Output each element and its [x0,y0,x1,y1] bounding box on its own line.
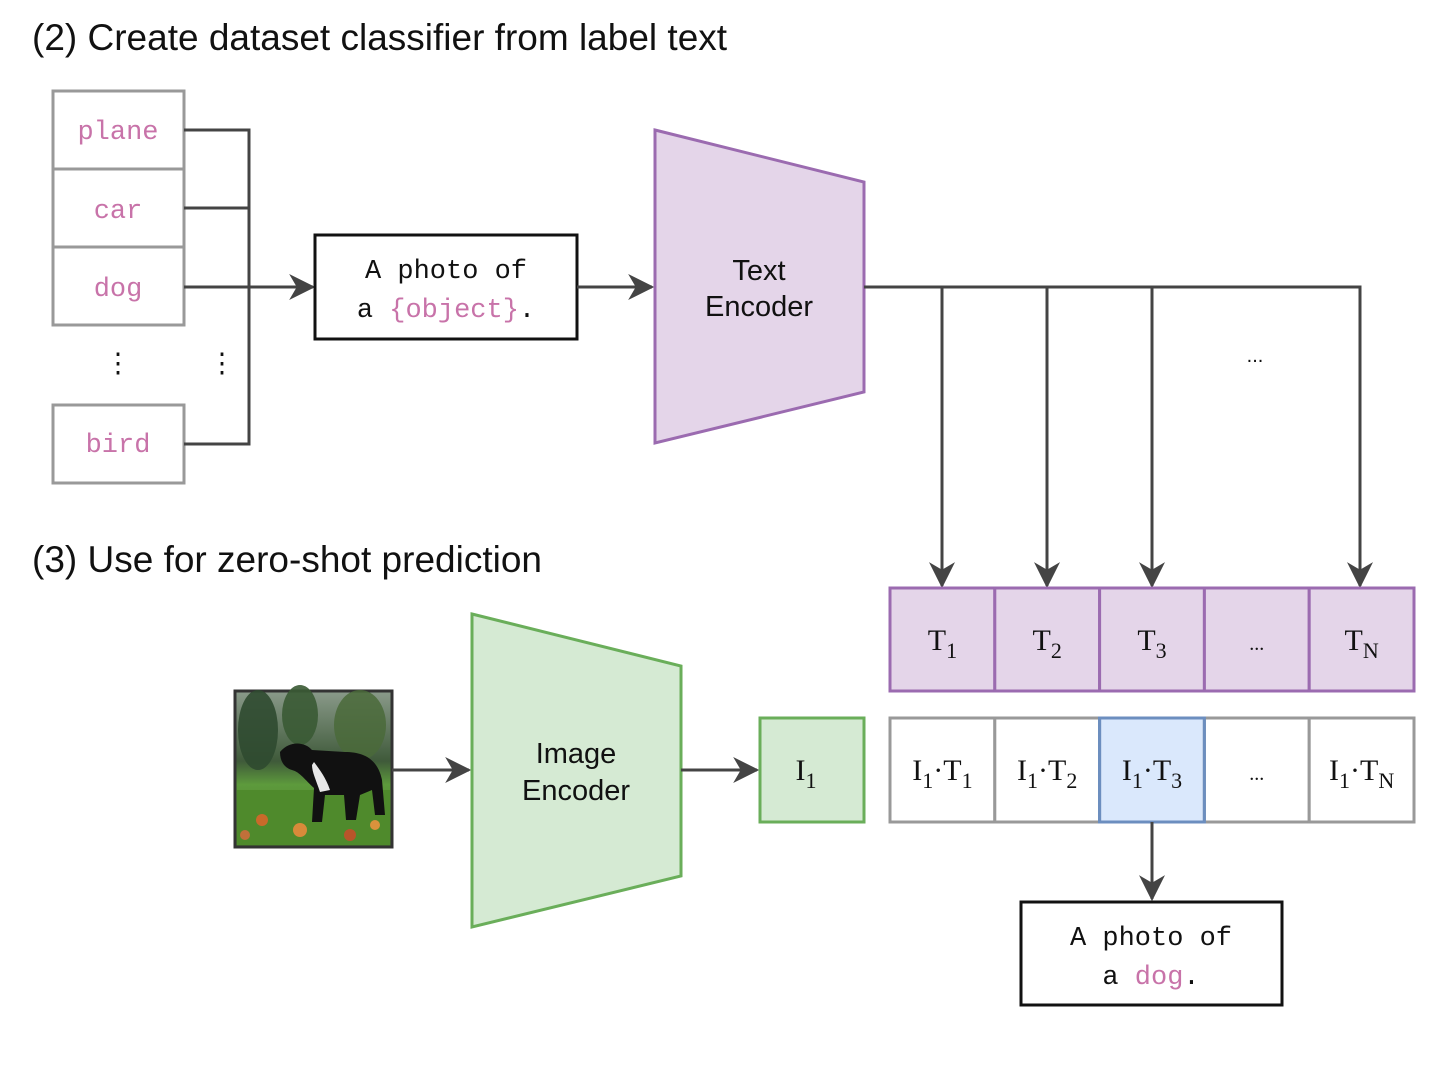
label-dog: dog [94,275,143,305]
label-plane: plane [77,118,158,148]
diagram-canvas: (2) Create dataset classifier from label… [32,17,1416,1007]
text-encoder-label-line-2: Encoder [705,291,813,323]
similarity-row: I1·T1 I1·T2 I1·T3... I1·TN [888,716,1416,824]
template-line-2: a {object}. [357,296,535,326]
vertical-ellipsis-connectors: ⋮ [209,351,236,381]
result-label: dog [1135,963,1184,993]
text-embedding-label: ... [1249,633,1264,655]
section-2-title: (2) Create dataset classifier from label… [32,17,728,58]
label-car: car [94,197,143,227]
result-line-1: A photo of [1070,924,1232,954]
result-suffix: . [1183,963,1199,993]
fanout-ellipsis: ... [1247,345,1264,367]
text-encoder-fanout [864,285,1373,589]
result-line-2: a dog. [1102,963,1199,993]
template-line-1: A photo of [365,257,527,287]
template-prefix: a [357,296,389,326]
result-prefix: a [1102,963,1134,993]
label-connectors [184,128,316,446]
image-encoder-label-line-1: Image [536,738,617,770]
text-encoder-label-line-1: Text [732,255,785,287]
similarity-label: ... [1249,763,1264,785]
template-suffix: . [519,296,535,326]
vertical-ellipsis-labels: ⋮ [105,351,132,381]
section-3-title: (3) Use for zero-shot prediction [32,539,542,580]
input-image [233,685,394,849]
text-embeddings-row: T1 T2 T3... TN [888,586,1416,693]
image-encoder-shape [470,612,683,929]
template-placeholder: {object} [389,296,519,326]
image-encoder-label-line-2: Encoder [522,775,630,807]
label-bird: bird [86,431,151,461]
